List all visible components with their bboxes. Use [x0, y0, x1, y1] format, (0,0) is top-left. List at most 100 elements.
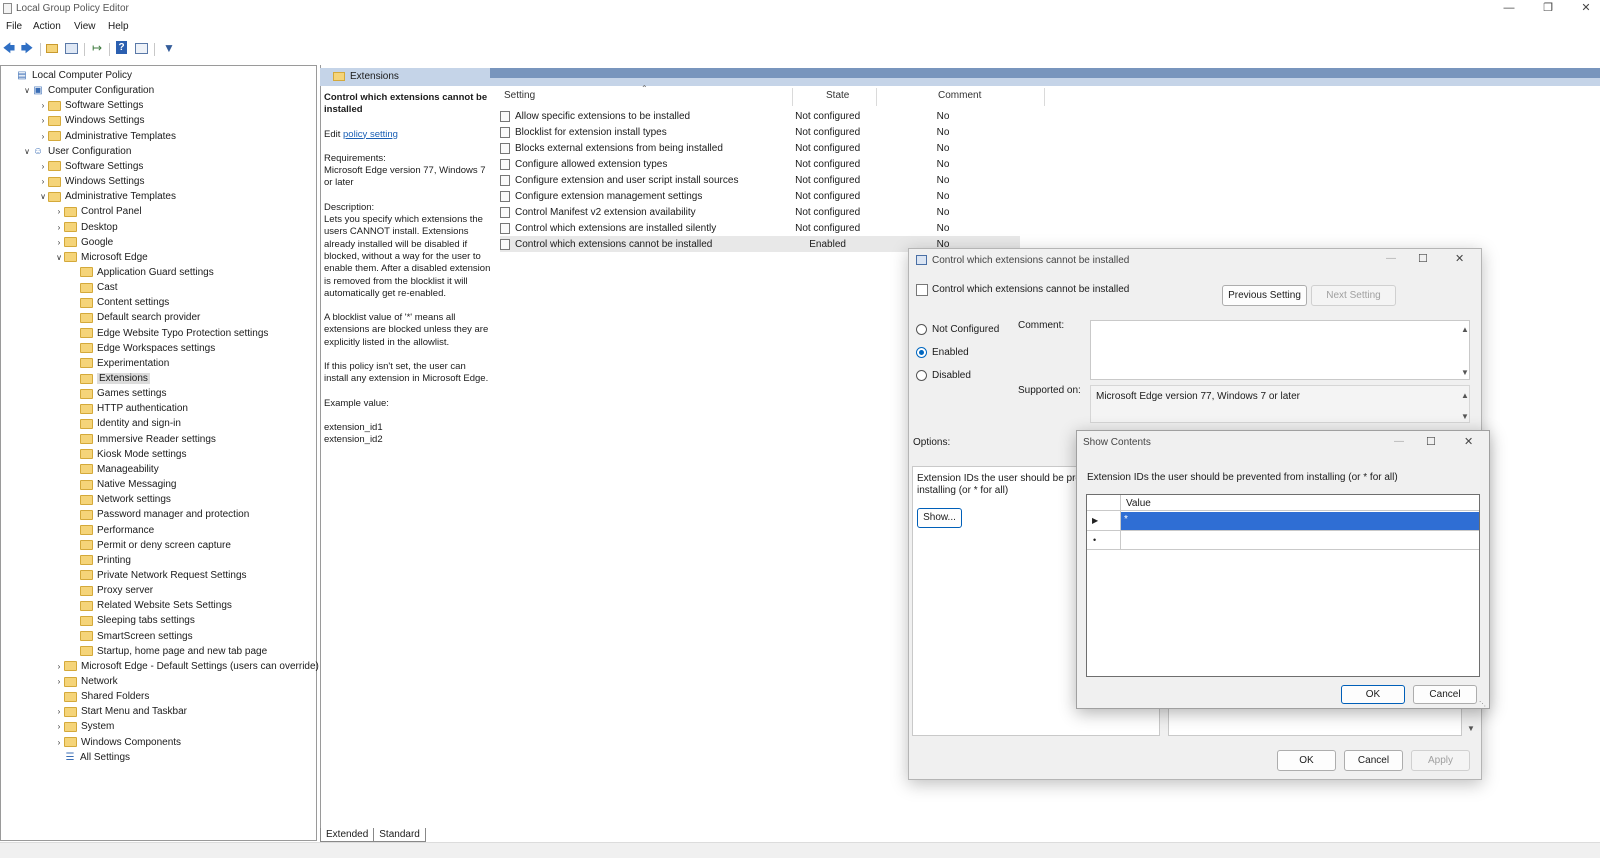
scroll-down-icon[interactable]: ▼	[1461, 368, 1469, 377]
tree-node[interactable]: Edge Workspaces settings	[70, 341, 215, 356]
tree-node[interactable]: ▤ Local Computer Policy	[6, 68, 132, 83]
show-hide-tree-icon[interactable]	[65, 41, 79, 55]
setting-row[interactable]: Blocklist for extension install types Not…	[500, 124, 1020, 140]
tree-node[interactable]: ∨ Administrative Templates	[38, 189, 176, 204]
tree-node[interactable]: › Windows Components	[54, 735, 181, 750]
tree-node[interactable]: Printing	[70, 553, 131, 568]
tree-node[interactable]: Extensions	[70, 371, 150, 386]
tree-node[interactable]: › Administrative Templates	[38, 129, 176, 144]
radio-circle[interactable]	[916, 324, 927, 335]
tree-node[interactable]: › Start Menu and Taskbar	[54, 704, 187, 719]
selected-row-highlight[interactable]	[1121, 512, 1479, 530]
tree-node[interactable]: Private Network Request Settings	[70, 568, 247, 583]
expand-chevron-icon[interactable]: ›	[38, 116, 48, 125]
tree-node[interactable]: ∨ Microsoft Edge	[54, 250, 148, 265]
tree-node[interactable]: Kiosk Mode settings	[70, 447, 187, 462]
tree-node[interactable]: Games settings	[70, 386, 166, 401]
tree-node[interactable]: › Desktop	[54, 220, 118, 235]
expand-chevron-icon[interactable]: ∨	[22, 147, 32, 156]
column-divider[interactable]	[792, 88, 793, 106]
new-value-cell[interactable]	[1121, 531, 1479, 549]
setting-row[interactable]: Configure allowed extension types Not con…	[500, 156, 1020, 172]
menu-view[interactable]: View	[74, 21, 96, 32]
filter-icon[interactable]: ▼	[162, 41, 176, 55]
apply-button[interactable]: Apply	[1411, 750, 1470, 771]
tree-node[interactable]: Native Messaging	[70, 477, 176, 492]
tree-node[interactable]: Permit or deny screen capture	[70, 538, 231, 553]
ok-button[interactable]: OK	[1277, 750, 1336, 771]
tree-node[interactable]: Cast	[70, 280, 118, 295]
tree-node[interactable]: Performance	[70, 523, 154, 538]
setting-row[interactable]: Configure extension and user script inst…	[500, 172, 1020, 188]
expand-chevron-icon[interactable]: ›	[54, 722, 64, 731]
expand-chevron-icon[interactable]: ∨	[22, 86, 32, 95]
show-button[interactable]: Show...	[917, 508, 962, 528]
tree-node[interactable]: Content settings	[70, 295, 169, 310]
tree-node[interactable]: HTTP authentication	[70, 401, 188, 416]
tab-extended[interactable]: Extended	[320, 828, 375, 842]
previous-setting-button[interactable]: Previous Setting	[1222, 285, 1307, 306]
forward-arrow-icon[interactable]: 🡆	[20, 41, 34, 55]
tree-node[interactable]: Experimentation	[70, 356, 169, 371]
tree-node[interactable]: Network settings	[70, 492, 171, 507]
policy-setting-link[interactable]: policy setting	[343, 129, 398, 140]
tree-node[interactable]: Immersive Reader settings	[70, 432, 216, 447]
radio-not-configured[interactable]: Not Configured	[916, 324, 999, 335]
tree-node[interactable]: ∨ ☺ User Configuration	[22, 144, 131, 159]
menu-action[interactable]: Action	[33, 21, 61, 32]
expand-chevron-icon[interactable]: ›	[54, 223, 64, 232]
tree-node[interactable]: Startup, home page and new tab page	[70, 644, 267, 659]
column-divider[interactable]	[876, 88, 877, 106]
expand-chevron-icon[interactable]: ›	[38, 101, 48, 110]
column-header-setting[interactable]: Setting	[504, 90, 535, 101]
expand-chevron-icon[interactable]: ∨	[38, 192, 48, 201]
expand-chevron-icon[interactable]: ›	[54, 707, 64, 716]
expand-chevron-icon[interactable]: ›	[54, 662, 64, 671]
expand-chevron-icon[interactable]: ›	[54, 207, 64, 216]
radio-circle[interactable]	[916, 347, 927, 358]
tree-node[interactable]: Related Website Sets Settings	[70, 598, 232, 613]
column-header-state[interactable]: State	[826, 90, 849, 101]
sc-cancel-button[interactable]: Cancel	[1413, 685, 1477, 704]
tree-node[interactable]: › Windows Settings	[38, 113, 145, 128]
menu-help[interactable]: Help	[108, 21, 129, 32]
tree-node[interactable]: › Windows Settings	[38, 174, 145, 189]
tree-node[interactable]: › Software Settings	[38, 159, 144, 174]
tab-standard[interactable]: Standard	[373, 828, 426, 842]
comment-field[interactable]	[1090, 320, 1470, 380]
setting-row[interactable]: Blocks external extensions from being in…	[500, 140, 1020, 156]
column-header-comment[interactable]: Comment	[938, 90, 981, 101]
setting-row[interactable]: Configure extension management settings N…	[500, 188, 1020, 204]
up-folder-icon[interactable]	[46, 41, 60, 55]
tree-node[interactable]: › System	[54, 719, 115, 734]
radio-disabled[interactable]: Disabled	[916, 370, 971, 381]
tree-node[interactable]: › Microsoft Edge - Default Settings (user…	[54, 659, 319, 674]
tree-node[interactable]: ☰ All Settings	[54, 750, 131, 765]
radio-circle[interactable]	[916, 370, 927, 381]
dialog-maximize-icon[interactable]: ☐	[1418, 252, 1428, 265]
tree-node[interactable]: Proxy server	[70, 583, 153, 598]
tree-node[interactable]: Identity and sign-in	[70, 416, 181, 431]
expand-chevron-icon[interactable]: ›	[38, 177, 48, 186]
help-icon[interactable]: ?	[116, 41, 130, 55]
scroll-down-icon[interactable]: ▼	[1461, 412, 1469, 421]
sc-ok-button[interactable]: OK	[1341, 685, 1405, 704]
expand-chevron-icon[interactable]: ›	[54, 738, 64, 747]
scroll-up-icon[interactable]: ▲	[1461, 325, 1469, 334]
expand-chevron-icon[interactable]: ›	[54, 677, 64, 686]
back-arrow-icon[interactable]: 🡄	[2, 41, 16, 55]
close-icon[interactable]: ✕	[1566, 0, 1600, 18]
tree-node[interactable]: › Google	[54, 235, 114, 250]
expand-chevron-icon[interactable]: ∨	[54, 253, 64, 262]
tree-node[interactable]: Password manager and protection	[70, 507, 249, 522]
setting-row[interactable]: Allow specific extensions to be installe…	[500, 108, 1020, 124]
tree-node[interactable]: › Software Settings	[38, 98, 144, 113]
dialog-close-icon[interactable]: ✕	[1455, 252, 1464, 265]
tree-node[interactable]: Default search provider	[70, 310, 200, 325]
tree-node[interactable]: › Network	[54, 674, 118, 689]
tree-node[interactable]: Manageability	[70, 462, 159, 477]
cancel-button[interactable]: Cancel	[1344, 750, 1403, 771]
tree-node[interactable]: Application Guard settings	[70, 265, 214, 280]
tree-node[interactable]: ∨ ▣ Computer Configuration	[22, 83, 154, 98]
next-setting-button[interactable]: Next Setting	[1311, 285, 1396, 306]
